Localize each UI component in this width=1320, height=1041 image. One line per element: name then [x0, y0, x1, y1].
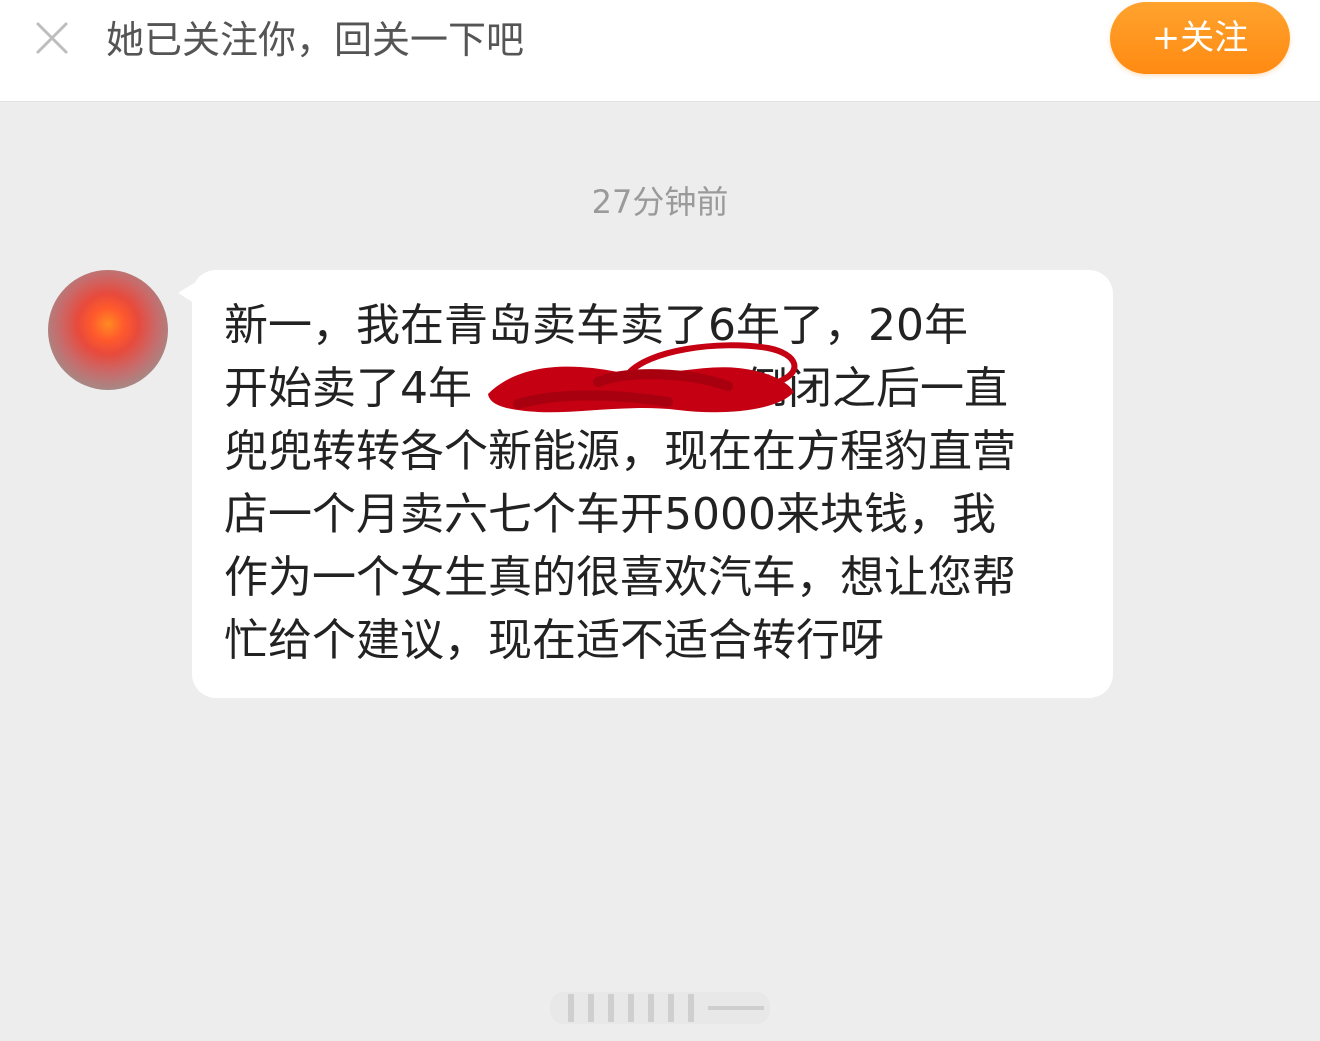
follow-button[interactable]: +关注 — [1110, 2, 1290, 74]
redaction-scribble — [488, 342, 798, 413]
weibo-watermark — [548, 988, 772, 1028]
message-line: 作为一个女生真的很喜欢汽车，想让您帮 — [224, 552, 1016, 603]
follow-banner: 她已关注你，回关一下吧 +关注 — [0, 0, 1320, 102]
follow-back-prompt: 她已关注你，回关一下吧 — [106, 18, 525, 62]
message-line: 忙给个建议，现在适不适合转行呀 — [224, 615, 884, 666]
message-bubble[interactable]: 新一，我在青岛卖车卖了6年了，20年 开始卖了4年 倒闭之后一直 兜兜转转各个新能… — [192, 270, 1113, 698]
close-icon[interactable] — [30, 16, 74, 60]
avatar[interactable] — [48, 270, 168, 390]
message-line: 兜兜转转各个新能源，现在在方程豹直营 — [224, 426, 1016, 477]
message-line-part: 开始卖了4年 — [224, 363, 472, 414]
message-timestamp: 27分钟前 — [591, 183, 729, 221]
message-line: 店一个月卖六七个车开5000来块钱，我 — [224, 489, 996, 540]
